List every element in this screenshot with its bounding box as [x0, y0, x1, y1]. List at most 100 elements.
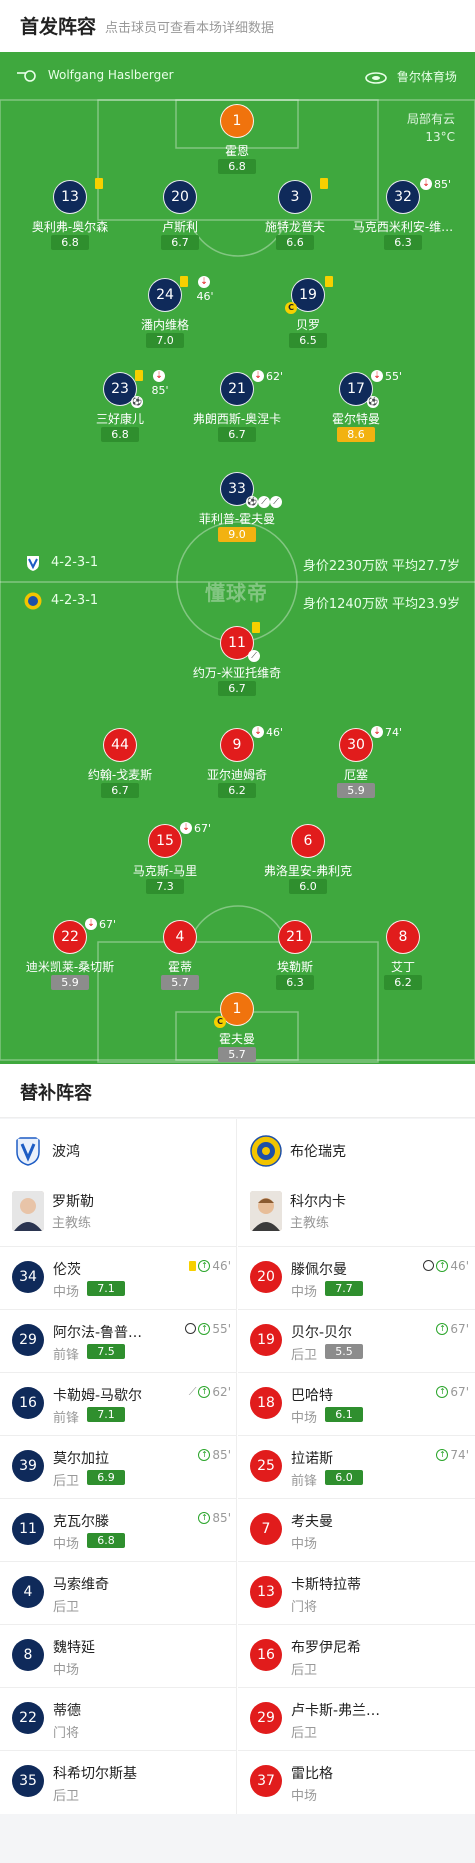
sub-rating: 5.5: [325, 1344, 363, 1359]
player-rating: 9.0: [218, 527, 256, 542]
shirt-number: 24: [148, 278, 182, 312]
sub-player-row[interactable]: 29 卢卡斯-弗兰… 后卫: [238, 1688, 475, 1751]
away-player-21[interactable]: 21 埃勒斯 6.3: [240, 920, 350, 990]
home-player-33[interactable]: 33 ⚽ ⟋ ⟋ 菲利普-霍夫曼 9.0: [182, 472, 292, 542]
sub-name: 伦茨: [53, 1262, 81, 1278]
player-name: 贝罗: [295, 318, 320, 332]
home-player-17[interactable]: 17 ⇣ 55' ⚽ 霍尔特曼 8.6: [301, 370, 411, 442]
player-rating: 6.8: [51, 235, 89, 250]
home-player-1[interactable]: 1 霍恩 6.8: [182, 104, 292, 174]
away-player-15[interactable]: 15 ⇣ 67' 马克斯-马里 7.3: [110, 822, 220, 894]
sub-rating: 6.8: [87, 1533, 125, 1548]
away-player-11[interactable]: 11 ⟋ 约万-米亚托维奇 6.7: [182, 622, 292, 696]
sub-name: 蒂德: [53, 1703, 81, 1719]
coach-role: 主教练: [52, 1216, 92, 1231]
sub-name: 魏特延: [53, 1640, 95, 1656]
sub-player-row[interactable]: 29 阿尔法-鲁普… 前锋 7.5 ↑ 55': [0, 1310, 237, 1373]
home-player-13[interactable]: 13 奥利弗-奥尔森 6.8: [15, 178, 125, 250]
weather-info: 局部有云 13°C: [407, 110, 455, 146]
pitch: Wolfgang Haslberger 鲁尔体育场 局部有云 13°C 1 霍恩…: [0, 52, 475, 1064]
sub-minute: 55': [212, 1322, 231, 1336]
player-name: 马克西米利安-维…: [352, 220, 454, 234]
sub-number: 37: [250, 1765, 282, 1797]
sub-player-row[interactable]: 37 雷比格 中场: [238, 1751, 475, 1814]
sub-out-badge: ⇣ 85': [145, 370, 175, 397]
sub-name: 科希切尔斯基: [53, 1766, 137, 1782]
sub-player-row[interactable]: 18 巴哈特 中场 6.1 ↑ 67': [238, 1373, 475, 1436]
sub-minute: 67': [99, 918, 117, 931]
sub-player-row[interactable]: 8 魏特延 中场: [0, 1625, 237, 1688]
sub-player-row[interactable]: 11 克瓦尔滕 中场 6.8 ↑ 85': [0, 1499, 237, 1562]
away-team-row: 4-2-3-1 身价1240万欧 平均23.9岁: [24, 592, 460, 612]
sub-player-row[interactable]: 22 蒂德 门将: [0, 1688, 237, 1751]
home-player-3[interactable]: 3 施特龙普夫 6.6: [240, 178, 350, 250]
sub-player-row[interactable]: 34 伦茨 中场 7.1 ↑ 46': [0, 1247, 237, 1310]
subs-list: 波鸿 罗斯勒 主教练 34 伦茨 中场 7.1 ↑ 46' 29 阿尔法-鲁普……: [0, 1119, 475, 1814]
away-coach[interactable]: 科尔内卡 主教练: [238, 1179, 475, 1247]
sub-number: 16: [12, 1387, 44, 1419]
sub-player-row[interactable]: 39 莫尔加拉 后卫 6.9 ↑ 85': [0, 1436, 237, 1499]
player-name: 埃勒斯: [276, 960, 313, 974]
home-player-21[interactable]: 21 ⇣ 62' 弗朗西斯-奥涅卡 6.7: [182, 370, 292, 442]
sub-player-row[interactable]: 7 考夫曼 中场: [238, 1499, 475, 1562]
sub-minute: 74': [450, 1448, 469, 1462]
sub-name: 卢卡斯-弗兰…: [291, 1703, 381, 1719]
home-player-20[interactable]: 20 卢斯利 6.7: [125, 180, 235, 250]
sub-number: 29: [12, 1324, 44, 1356]
sub-position: 后卫: [53, 1600, 80, 1615]
player-rating: 5.7: [218, 1047, 256, 1062]
away-player-44[interactable]: 44 约翰-戈麦斯 6.7: [65, 728, 175, 798]
away-player-1[interactable]: 1 C 霍夫曼 5.7: [182, 992, 292, 1062]
away-player-22[interactable]: 22 ⇣ 67' 迪米凯莱-桑切斯 5.9: [15, 918, 125, 990]
sub-rating: 7.1: [87, 1281, 125, 1296]
player-name: 霍恩: [224, 144, 249, 158]
sub-player-row[interactable]: 25 拉诺斯 前锋 6.0 ↑ 74': [238, 1436, 475, 1499]
sub-minute: 85': [212, 1511, 231, 1525]
away-player-8[interactable]: 8 艾丁 6.2: [348, 920, 458, 990]
home-player-32[interactable]: 32 ⇣ 85' 马克西米利安-维… 6.3: [348, 178, 458, 250]
home-team-line[interactable]: 波鸿: [0, 1119, 237, 1179]
sub-player-row[interactable]: 35 科希切尔斯基 后卫: [0, 1751, 237, 1814]
sub-player-row[interactable]: 20 滕佩尔曼 中场 7.7 ↑ 46': [238, 1247, 475, 1310]
sub-player-row[interactable]: 13 卡斯特拉蒂 门将: [238, 1562, 475, 1625]
player-rating: 6.2: [384, 975, 422, 990]
away-player-4[interactable]: 4 霍蒂 5.7: [125, 920, 235, 990]
sub-name: 卡勒姆-马歇尔: [53, 1388, 143, 1404]
page-title: 首发阵容: [20, 16, 97, 38]
sub-events: ↑ 74': [436, 1448, 469, 1462]
sub-out-icon: ⇣: [252, 370, 264, 382]
sub-number: 20: [250, 1261, 282, 1293]
sub-player-row[interactable]: 19 贝尔-贝尔 后卫 5.5 ↑ 67': [238, 1310, 475, 1373]
home-player-23[interactable]: 23 ⇣85' ⚽ 三好康儿 6.8: [65, 370, 175, 442]
sub-out-badge: ⇣ 67': [85, 918, 116, 932]
home-player-24[interactable]: 24 ⇣ 46' 潘内维格 7.0: [110, 276, 220, 348]
sub-minute: 46': [212, 1259, 231, 1273]
sub-out-icon: ⇣: [85, 918, 97, 930]
sub-position: 中场: [291, 1789, 318, 1804]
away-player-6[interactable]: 6 弗洛里安-弗利克 6.0: [253, 824, 363, 894]
home-player-19[interactable]: 19 C 贝罗 6.5: [253, 276, 363, 348]
away-player-9[interactable]: 9 ⇣ 46' 亚尔迪姆奇 6.2: [182, 726, 292, 798]
shirt-number: 21: [220, 372, 254, 406]
sub-player-row[interactable]: 16 布罗伊尼希 后卫: [238, 1625, 475, 1688]
sub-number: 16: [250, 1639, 282, 1671]
weather-text: 局部有云: [406, 112, 455, 126]
player-rating: 6.7: [161, 235, 199, 250]
sub-number: 25: [250, 1450, 282, 1482]
sub-number: 7: [250, 1513, 282, 1545]
shirt-number: 8: [386, 920, 420, 954]
sub-number: 8: [12, 1639, 44, 1671]
sub-position: 后卫: [291, 1663, 318, 1678]
captain-icon: C: [285, 302, 297, 314]
away-player-30[interactable]: 30 ⇣ 74' 厄塞 5.9: [301, 726, 411, 798]
away-team-line[interactable]: 布伦瑞克: [238, 1119, 475, 1179]
sub-player-row[interactable]: 4 马索维奇 后卫: [0, 1562, 237, 1625]
away-coach-photo: [250, 1191, 282, 1231]
sub-in-icon: ↑: [436, 1323, 449, 1335]
assist-icon: ⟋: [248, 650, 260, 662]
home-coach[interactable]: 罗斯勒 主教练: [0, 1179, 237, 1247]
sub-events: ↑ 55': [185, 1322, 231, 1336]
sub-name: 马索维奇: [53, 1577, 109, 1593]
sub-player-row[interactable]: 16 卡勒姆-马歇尔 前锋 7.1 ⟋ ↑ 62': [0, 1373, 237, 1436]
shirt-number: 22: [53, 920, 87, 954]
